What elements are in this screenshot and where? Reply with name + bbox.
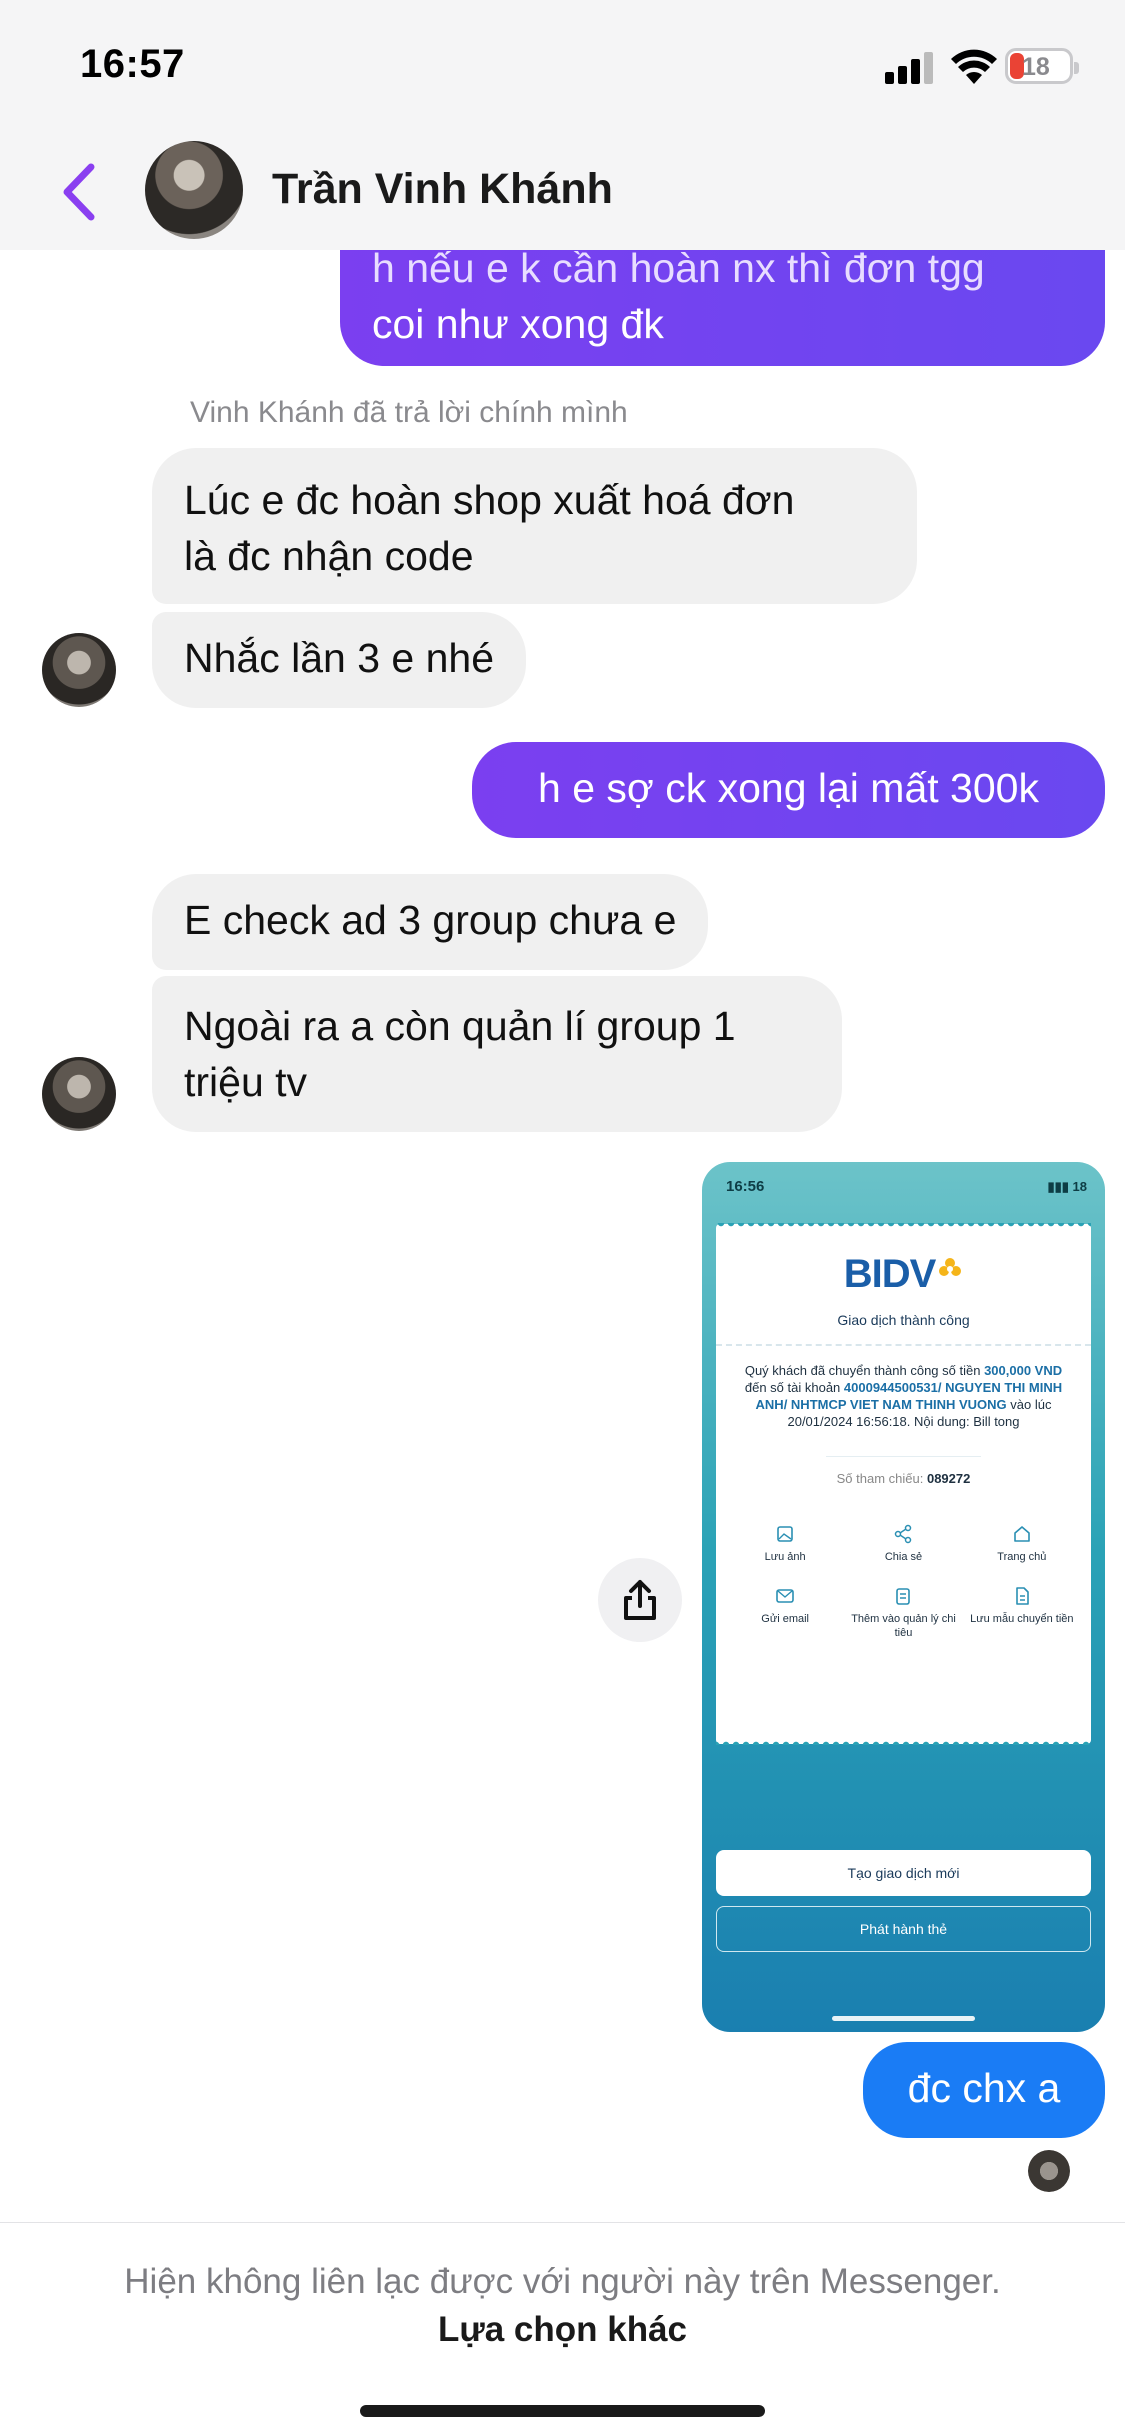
receipt-text: đến số tài khoản [744, 1380, 841, 1395]
expense-action[interactable]: Thêm vào quản lý chi tiêu [844, 1586, 962, 1640]
seen-receipt-avatar [1028, 2150, 1070, 2192]
home-icon [1014, 1526, 1030, 1542]
receipt-card: BIDV Giao dịch thành công Quý khách đã c… [716, 1223, 1091, 1744]
home-action[interactable]: Trang chủ [963, 1524, 1081, 1564]
reference-label: Số tham chiếu: [836, 1471, 924, 1486]
share-icon [624, 1580, 656, 1620]
cellular-signal-icon [885, 50, 937, 84]
document-icon [1016, 1587, 1029, 1605]
receipt-title: Giao dịch thành công [837, 1312, 970, 1328]
bank-name: BIDV [843, 1252, 937, 1296]
other-options-link[interactable]: Lựa chọn khác [0, 2310, 1125, 2350]
image-icon [777, 1526, 793, 1542]
divider [0, 2222, 1125, 2223]
shot-status-time: 16:56 [726, 1178, 765, 1195]
new-transaction-button[interactable]: Tạo giao dịch mới [716, 1850, 1091, 1896]
contact-name[interactable]: Trần Vinh Khánh [272, 165, 613, 214]
battery-icon: 18 [1005, 48, 1079, 84]
message-bubble-incoming[interactable]: E check ad 3 group chưa e [152, 874, 709, 970]
shot-status-icons: ▮▮▮ 18 [1047, 1179, 1087, 1195]
reference-value: 089272 [926, 1471, 971, 1486]
chevron-left-icon[interactable] [55, 159, 105, 225]
signal-icon: ▮▮▮ [1047, 1179, 1073, 1194]
reply-note: Vinh Khánh đã trả lời chính mình [190, 396, 628, 429]
receipt-amount: 300,000 VND [984, 1363, 1063, 1378]
message-bubble-incoming[interactable]: Lúc e đc hoàn shop xuất hoá đơn là đc nh… [152, 448, 917, 604]
avatar[interactable] [42, 633, 116, 707]
message-bubble-outgoing[interactable]: đc chx a [863, 2042, 1105, 2138]
mail-icon [776, 1589, 794, 1603]
bank-logo: BIDV [716, 1252, 1091, 1297]
avatar[interactable] [42, 1057, 116, 1131]
action-label: Thêm vào quản lý chi tiêu [851, 1613, 956, 1639]
shared-image[interactable]: 16:56 ▮▮▮ 18 BIDV Giao dịch thành công Q… [702, 1162, 1105, 2032]
message-text: Lúc e đc hoàn shop xuất hoá đơn [184, 477, 795, 523]
message-text: E check ad 3 group chưa e [184, 897, 677, 943]
action-label: Chia sẻ [884, 1551, 923, 1563]
message-text: coi như xong đk [372, 301, 664, 347]
action-label: Lưu ảnh [764, 1551, 806, 1563]
shot-battery: 18 [1072, 1179, 1087, 1194]
home-indicator [360, 2405, 765, 2417]
message-text: h e sợ ck xong lại mất 300k [538, 765, 1039, 811]
share-action[interactable]: Chia sẻ [844, 1524, 962, 1564]
message-text: Nhắc lần 3 e nhé [184, 635, 495, 681]
issue-card-button[interactable]: Phát hành thẻ [716, 1906, 1091, 1952]
message-bubble-incoming[interactable]: Ngoài ra a còn quản lí group 1 triệu tv [152, 976, 842, 1132]
receipt-details: Quý khách đã chuyển thành công số tiền 3… [738, 1362, 1069, 1430]
battery-level: 18 [1022, 53, 1050, 81]
email-action[interactable]: Gửi email [726, 1586, 844, 1640]
share-icon [895, 1524, 912, 1544]
message-text: là đc nhận code [184, 533, 474, 579]
action-label: Gửi email [761, 1613, 810, 1625]
status-time: 16:57 [80, 42, 185, 86]
status-bar: 16:57 18 [0, 0, 1125, 135]
chat-header: Trần Vinh Khánh [0, 135, 1125, 250]
message-bubble-outgoing[interactable]: h e sợ ck xong lại mất 300k [472, 742, 1105, 838]
avatar[interactable] [145, 141, 243, 239]
unavailable-notice: Hiện không liên lạc được với người này t… [124, 2262, 1001, 2301]
divider [716, 1344, 1091, 1346]
receipt-actions: Lưu ảnh Chia sẻ Trang chủ Gửi email Thêm… [726, 1524, 1081, 1640]
reference-row: Số tham chiếu: 089272 [716, 1471, 1091, 1486]
message-text: đc chx a [907, 2065, 1061, 2111]
home-indicator [832, 2016, 975, 2021]
save-template-action[interactable]: Lưu mẫu chuyển tiền [963, 1586, 1081, 1640]
clipboard-icon [896, 1588, 911, 1605]
bank-logo-mark-icon [939, 1258, 962, 1276]
message-bubble-incoming[interactable]: Nhắc lần 3 e nhé [152, 612, 527, 708]
receipt-text: Quý khách đã chuyển thành công số tiền [744, 1363, 981, 1378]
save-image-action[interactable]: Lưu ảnh [726, 1524, 844, 1564]
message-text: triệu tv [184, 1059, 308, 1105]
share-button[interactable] [598, 1558, 682, 1642]
action-label: Lưu mẫu chuyển tiền [970, 1613, 1074, 1625]
action-label: Trang chủ [997, 1551, 1047, 1563]
message-text: Ngoài ra a còn quản lí group 1 [184, 1003, 736, 1049]
wifi-icon [951, 49, 997, 84]
divider [826, 1456, 981, 1457]
